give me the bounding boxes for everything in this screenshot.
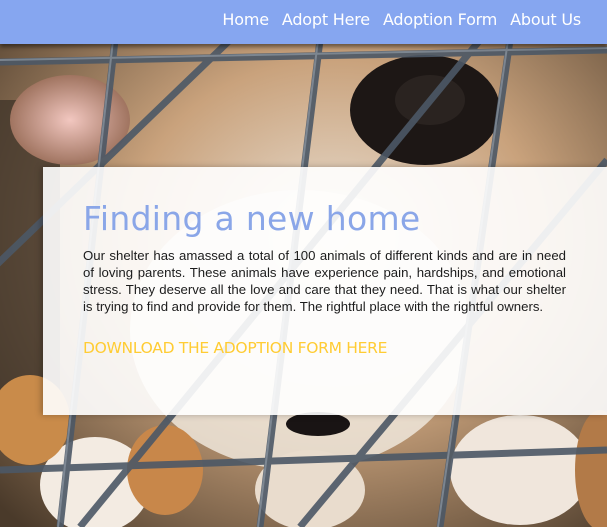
nav-item-adoption-form: Adoption Form: [383, 10, 497, 30]
nav-link-adopt-here[interactable]: Adopt Here: [282, 10, 370, 29]
nav-link-adoption-form[interactable]: Adoption Form: [383, 10, 497, 29]
nav-item-adopt-here: Adopt Here: [282, 10, 370, 30]
card-body-text: Our shelter has amassed a total of 100 a…: [83, 248, 566, 314]
intro-card: Finding a new home Our shelter has amass…: [43, 167, 607, 415]
nav-links: Home Adopt Here Adoption Form About Us: [222, 10, 581, 30]
page: Home Adopt Here Adoption Form About Us F…: [0, 0, 607, 527]
download-adoption-form-link[interactable]: DOWNLOAD THE ADOPTION FORM HERE: [83, 339, 387, 357]
nav-item-about-us: About Us: [510, 10, 581, 30]
card-title: Finding a new home: [83, 199, 421, 238]
nav-link-home[interactable]: Home: [222, 10, 269, 29]
nav-link-about-us[interactable]: About Us: [510, 10, 581, 29]
top-navbar: Home Adopt Here Adoption Form About Us: [0, 0, 607, 44]
nav-item-home: Home: [222, 10, 269, 30]
